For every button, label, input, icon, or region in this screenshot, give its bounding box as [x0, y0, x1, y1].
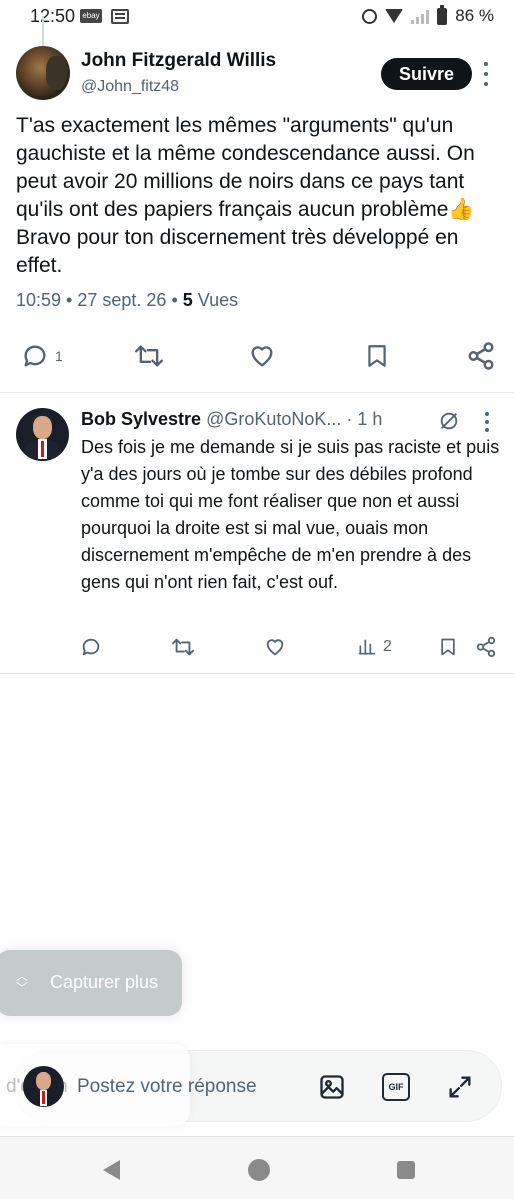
reply-button[interactable]: 1: [21, 342, 63, 370]
tweet-views-label: Vues: [197, 290, 239, 310]
status-time: 12:50: [30, 6, 76, 26]
tweet-time: 10:59: [16, 290, 62, 310]
ebay-notification-icon: ebay: [80, 9, 102, 23]
expand-icon[interactable]: [446, 1073, 474, 1101]
reply-like-button[interactable]: [264, 636, 286, 658]
author-handle[interactable]: @John_fitz48: [81, 78, 179, 96]
home-icon[interactable]: [248, 1159, 270, 1181]
capture-more-label: Capturer plus: [50, 972, 159, 992]
system-navigation-bar: [0, 1136, 514, 1199]
reply-more-options-icon[interactable]: [481, 412, 493, 432]
author-avatar[interactable]: [16, 46, 70, 100]
tweet-date: 27 sept. 26: [77, 290, 167, 310]
reply-retweet-button[interactable]: [171, 636, 195, 658]
status-bar: 12:50 ebay 86 %: [0, 0, 514, 34]
analytics-icon: [358, 639, 376, 655]
heart-icon: [266, 639, 284, 656]
battery-percent: 86 %: [455, 6, 494, 25]
reply-header[interactable]: Bob Sylvestre @GroKutoNoK... · 1 h: [81, 409, 382, 430]
wifi-icon: [385, 9, 404, 23]
signal-icon: [411, 9, 430, 24]
reply-icon: [82, 638, 100, 656]
retweet-button[interactable]: [133, 342, 165, 370]
tweet-actions: 1: [0, 336, 514, 376]
alarm-icon: [362, 8, 378, 24]
tweet-views-count: 5: [182, 290, 193, 310]
back-icon[interactable]: [103, 1160, 120, 1180]
battery-icon: [437, 4, 448, 25]
reply-count: 1: [55, 348, 63, 364]
share-icon: [476, 636, 496, 658]
divider: [0, 392, 514, 393]
grok-icon[interactable]: [438, 410, 460, 432]
thread-line: [42, 16, 44, 46]
more-options-icon[interactable]: [480, 62, 492, 86]
like-button[interactable]: [247, 342, 277, 370]
composer-avatar: [23, 1066, 64, 1107]
reply-share-button[interactable]: [475, 636, 497, 658]
share-button[interactable]: [466, 341, 496, 371]
capture-more-button[interactable]: ︿ ﹀ Capturer plus: [0, 950, 182, 1016]
tweet-meta: 10:59 • 27 sept. 26 • 5 Vues: [16, 290, 239, 310]
reply-author-name[interactable]: Bob Sylvestre: [81, 409, 201, 429]
bookmark-icon: [368, 345, 386, 367]
follow-button[interactable]: Suivre: [381, 58, 472, 90]
reply-views-button[interactable]: 2: [357, 636, 392, 658]
bookmark-button[interactable]: [364, 342, 390, 370]
news-notification-icon: [111, 9, 129, 24]
gif-icon[interactable]: GIF: [382, 1073, 410, 1101]
reply-bookmark-button[interactable]: [438, 636, 458, 658]
bookmark-icon: [441, 638, 455, 656]
status-indicators: 86 %: [362, 4, 494, 26]
reply-input[interactable]: Postez votre réponse: [77, 1076, 257, 1098]
share-icon: [468, 342, 494, 370]
tweet-text: T'as exactement les mêmes "arguments" qu…: [16, 114, 475, 277]
retweet-icon: [172, 638, 194, 656]
author-name[interactable]: John Fitzgerald Willis: [81, 50, 276, 72]
reply-text: Des fois je me demande si je suis pas ra…: [81, 437, 500, 592]
reply-views-count: 2: [383, 638, 392, 655]
retweet-icon: [135, 345, 163, 367]
recent-apps-icon[interactable]: [397, 1161, 415, 1179]
expand-vertical-icon: ︿ ﹀: [16, 969, 29, 995]
reply-author-handle[interactable]: @GroKutoNoK...: [206, 409, 341, 429]
reply-time: · 1 h: [346, 409, 383, 429]
image-icon[interactable]: [318, 1073, 346, 1101]
divider: [0, 673, 514, 674]
reply-reply-button[interactable]: [80, 636, 102, 658]
reply-actions: 2: [0, 636, 514, 660]
reply-author-avatar[interactable]: [16, 408, 69, 461]
heart-icon: [251, 346, 273, 367]
reply-icon: [24, 345, 46, 367]
